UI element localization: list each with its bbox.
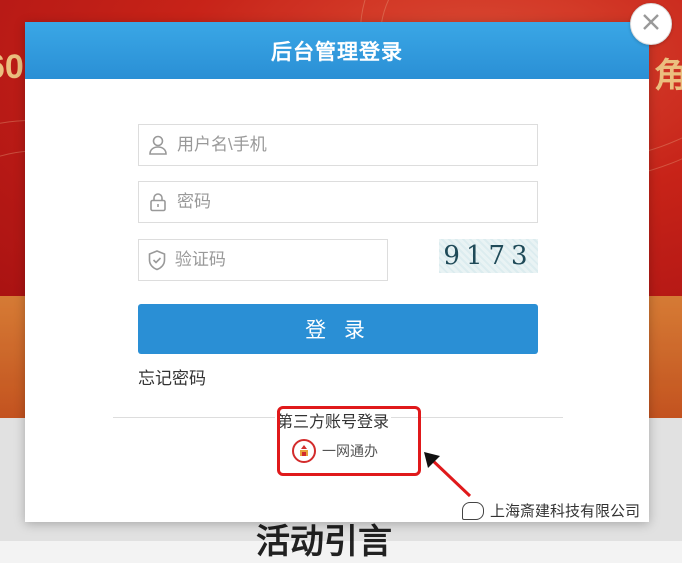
forgot-password-link[interactable]: 忘记密码: [138, 364, 206, 389]
captcha-input[interactable]: [174, 250, 387, 270]
annotation-arrow-icon: [424, 452, 472, 498]
watermark: 上海斎建科技有限公司: [462, 500, 640, 521]
captcha-image[interactable]: 9173: [439, 239, 538, 273]
login-button[interactable]: 登 录: [138, 304, 538, 354]
login-modal: 后台管理登录 9173 登 录 忘记密码 第三方账号登录 一网通办: [25, 22, 649, 522]
shield-check-icon: [139, 249, 175, 271]
wechat-icon: [462, 501, 484, 520]
close-icon: [640, 11, 662, 38]
modal-header: 后台管理登录: [25, 22, 649, 79]
user-icon: [139, 134, 177, 156]
close-button[interactable]: [630, 3, 672, 45]
watermark-text: 上海斎建科技有限公司: [490, 503, 641, 520]
password-input[interactable]: [176, 192, 537, 212]
annotation-highlight-box: [277, 406, 421, 476]
password-field[interactable]: [138, 181, 538, 223]
username-field[interactable]: [138, 124, 538, 166]
username-input[interactable]: [176, 135, 537, 155]
captcha-field[interactable]: [138, 239, 388, 281]
lock-icon: [139, 191, 177, 213]
modal-title: 后台管理登录: [271, 40, 403, 64]
